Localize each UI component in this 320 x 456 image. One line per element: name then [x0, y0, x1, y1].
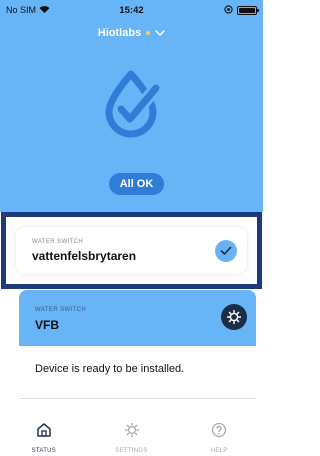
water-drop-check-icon: [100, 68, 163, 138]
tab-bar: STATUS SETTINGS HELP: [0, 410, 263, 456]
device-name: VFB: [35, 318, 59, 332]
tab-label: HELP: [210, 448, 228, 454]
all-ok-badge[interactable]: All OK: [109, 173, 164, 195]
tab-label: SETTINGS: [115, 448, 148, 454]
carrier-label: No SIM: [6, 5, 37, 15]
bug-icon: [221, 304, 247, 330]
orientation-lock-icon: [224, 4, 233, 16]
device-type-label: WATER SWITCH: [32, 239, 84, 245]
wifi-icon: [39, 5, 50, 16]
chevron-down-icon: [155, 27, 165, 39]
location-name: Hiotlabs: [97, 27, 142, 39]
battery-icon: [237, 5, 259, 15]
home-icon: [36, 422, 52, 443]
gear-icon: [124, 422, 140, 443]
device-status-message: Device is ready to be installed.: [35, 363, 185, 375]
tab-label: STATUS: [31, 448, 57, 454]
device-type-label: WATER SWITCH: [35, 307, 87, 313]
device-card-vfb[interactable]: WATER SWITCH VFB Device is ready to be i…: [19, 290, 256, 408]
location-selector[interactable]: Hiotlabs: [0, 27, 263, 39]
help-icon: [211, 422, 227, 443]
device-card-vattenfelsbrytaren[interactable]: WATER SWITCH vattenfelsbrytaren: [16, 227, 247, 274]
tab-status[interactable]: STATUS: [0, 410, 88, 456]
device-name: vattenfelsbrytaren: [32, 249, 137, 263]
status-bar: No SIM 15:42: [0, 0, 263, 20]
divider: [19, 398, 256, 399]
tab-help[interactable]: HELP: [175, 410, 263, 456]
check-icon: [215, 240, 237, 262]
device-card-header: WATER SWITCH VFB: [19, 290, 256, 346]
tab-settings[interactable]: SETTINGS: [88, 410, 176, 456]
location-status-dot: [146, 30, 151, 35]
